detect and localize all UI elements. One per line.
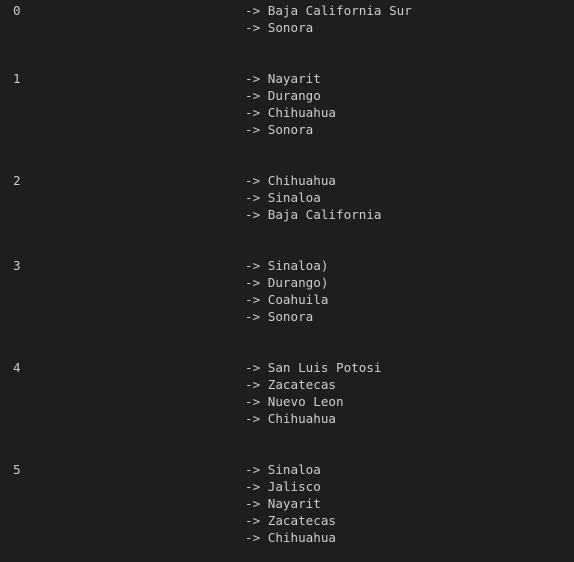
arrow-prefix: ->	[245, 20, 261, 35]
arrow-prefix: ->	[245, 88, 261, 103]
group-index: 3	[13, 258, 21, 273]
arrow-prefix: ->	[245, 411, 261, 426]
group-index: 0	[13, 3, 21, 18]
output-line: -> Chihuahua	[245, 529, 336, 546]
output-line: -> Durango	[245, 87, 321, 104]
group-index: 5	[13, 462, 21, 477]
state-name: Sinaloa	[267, 462, 321, 477]
arrow-prefix: ->	[245, 309, 261, 324]
group-index: 4	[13, 360, 21, 375]
state-name: Nuevo Leon	[267, 394, 344, 409]
state-name: Sinaloa)	[267, 258, 329, 273]
arrow-prefix: ->	[245, 360, 261, 375]
arrow-prefix: ->	[245, 377, 261, 392]
output-line: -> Chihuahua	[245, 172, 336, 189]
arrow-prefix: ->	[245, 258, 261, 273]
output-line: -> Sinaloa	[245, 461, 321, 478]
output-line: -> Sonora	[245, 121, 313, 138]
state-name: San Luis Potosi	[267, 360, 382, 375]
output-line: -> Coahuila	[245, 291, 328, 308]
arrow-prefix: ->	[245, 479, 261, 494]
arrow-prefix: ->	[245, 275, 261, 290]
output-line: -> Nayarit	[245, 70, 321, 87]
output-line: -> Sinaloa)	[245, 257, 328, 274]
arrow-prefix: ->	[245, 292, 261, 307]
state-name: Coahuila	[267, 292, 329, 307]
state-name: Jalisco	[267, 479, 321, 494]
group-index: 2	[13, 173, 21, 188]
output-line: -> Baja California Sur	[245, 2, 412, 19]
output-line: -> Sonora	[245, 308, 313, 325]
state-name: Sonora	[267, 122, 314, 137]
state-name: Zacatecas	[267, 377, 337, 392]
state-name: Baja California	[267, 207, 382, 222]
arrow-prefix: ->	[245, 496, 261, 511]
output-line: -> Nayarit	[245, 495, 321, 512]
output-line: -> San Luis Potosi	[245, 359, 382, 376]
state-name: Zacatecas	[267, 513, 337, 528]
arrow-prefix: ->	[245, 462, 261, 477]
arrow-prefix: ->	[245, 190, 261, 205]
output-line: -> Nuevo Leon	[245, 393, 344, 410]
state-name: Nayarit	[267, 71, 321, 86]
terminal-output: 0 -> Baja California Sur -> Sonora 1 -> Naya…	[0, 0, 574, 562]
output-line: -> Chihuahua	[245, 104, 336, 121]
state-name: Nayarit	[267, 496, 321, 511]
state-name: Sonora	[267, 309, 314, 324]
output-line: -> Chihuahua	[245, 410, 336, 427]
state-name: Chihuahua	[267, 173, 337, 188]
arrow-prefix: ->	[245, 394, 261, 409]
state-name: Sonora	[267, 20, 314, 35]
group-index: 1	[13, 71, 21, 86]
arrow-prefix: ->	[245, 105, 261, 120]
arrow-prefix: ->	[245, 530, 261, 545]
state-name: Chihuahua	[267, 411, 337, 426]
state-name: Sinaloa	[267, 190, 321, 205]
output-line: -> Zacatecas	[245, 512, 336, 529]
output-line: -> Sonora	[245, 19, 313, 36]
output-line: -> Baja California	[245, 206, 382, 223]
output-line: -> Durango)	[245, 274, 328, 291]
state-name: Durango	[267, 88, 321, 103]
state-name: Chihuahua	[267, 530, 337, 545]
state-name: Chihuahua	[267, 105, 337, 120]
output-line: -> Jalisco	[245, 478, 321, 495]
clipped-previous-line	[60, 0, 210, 2]
arrow-prefix: ->	[245, 173, 261, 188]
arrow-prefix: ->	[245, 71, 261, 86]
arrow-prefix: ->	[245, 122, 261, 137]
output-line: -> Zacatecas	[245, 376, 336, 393]
output-line: -> Sinaloa	[245, 189, 321, 206]
arrow-prefix: ->	[245, 513, 261, 528]
arrow-prefix: ->	[245, 207, 261, 222]
state-name: Durango)	[267, 275, 329, 290]
arrow-prefix: ->	[245, 3, 261, 18]
state-name: Baja California Sur	[267, 3, 412, 18]
